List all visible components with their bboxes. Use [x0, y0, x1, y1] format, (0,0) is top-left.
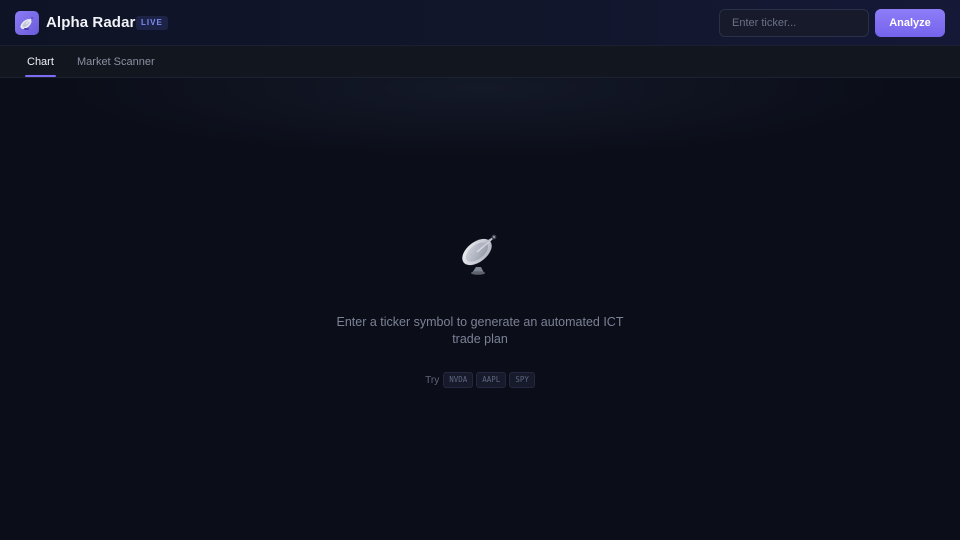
suggestion-chip-aapl[interactable]: AAPL — [476, 372, 507, 388]
analyze-button[interactable]: Analyze — [875, 9, 945, 37]
suggestion-chip-nvda[interactable]: NVDA — [443, 372, 474, 388]
ticker-search-input[interactable] — [719, 9, 869, 37]
main-content: Enter a ticker symbol to generate an aut… — [0, 78, 960, 540]
app-window: Alpha Radar LIVE Analyze Chart Market Sc… — [0, 0, 960, 540]
satellite-dish-icon — [456, 228, 504, 276]
satellite-dish-icon — [15, 11, 39, 35]
app-title: Alpha Radar — [46, 14, 136, 31]
top-header: Alpha Radar LIVE Analyze — [0, 0, 960, 46]
live-status-badge: LIVE — [136, 16, 168, 30]
suggestion-chip-spy[interactable]: SPY — [509, 372, 535, 388]
tab-market-scanner[interactable]: Market Scanner — [75, 46, 157, 77]
suggestion-row: Try NVDA AAPL SPY — [0, 372, 960, 388]
try-label: Try — [425, 374, 440, 386]
empty-state-message: Enter a ticker symbol to generate an aut… — [336, 315, 624, 346]
tab-chart[interactable]: Chart — [25, 46, 56, 77]
tab-bar: Chart Market Scanner — [0, 46, 960, 78]
